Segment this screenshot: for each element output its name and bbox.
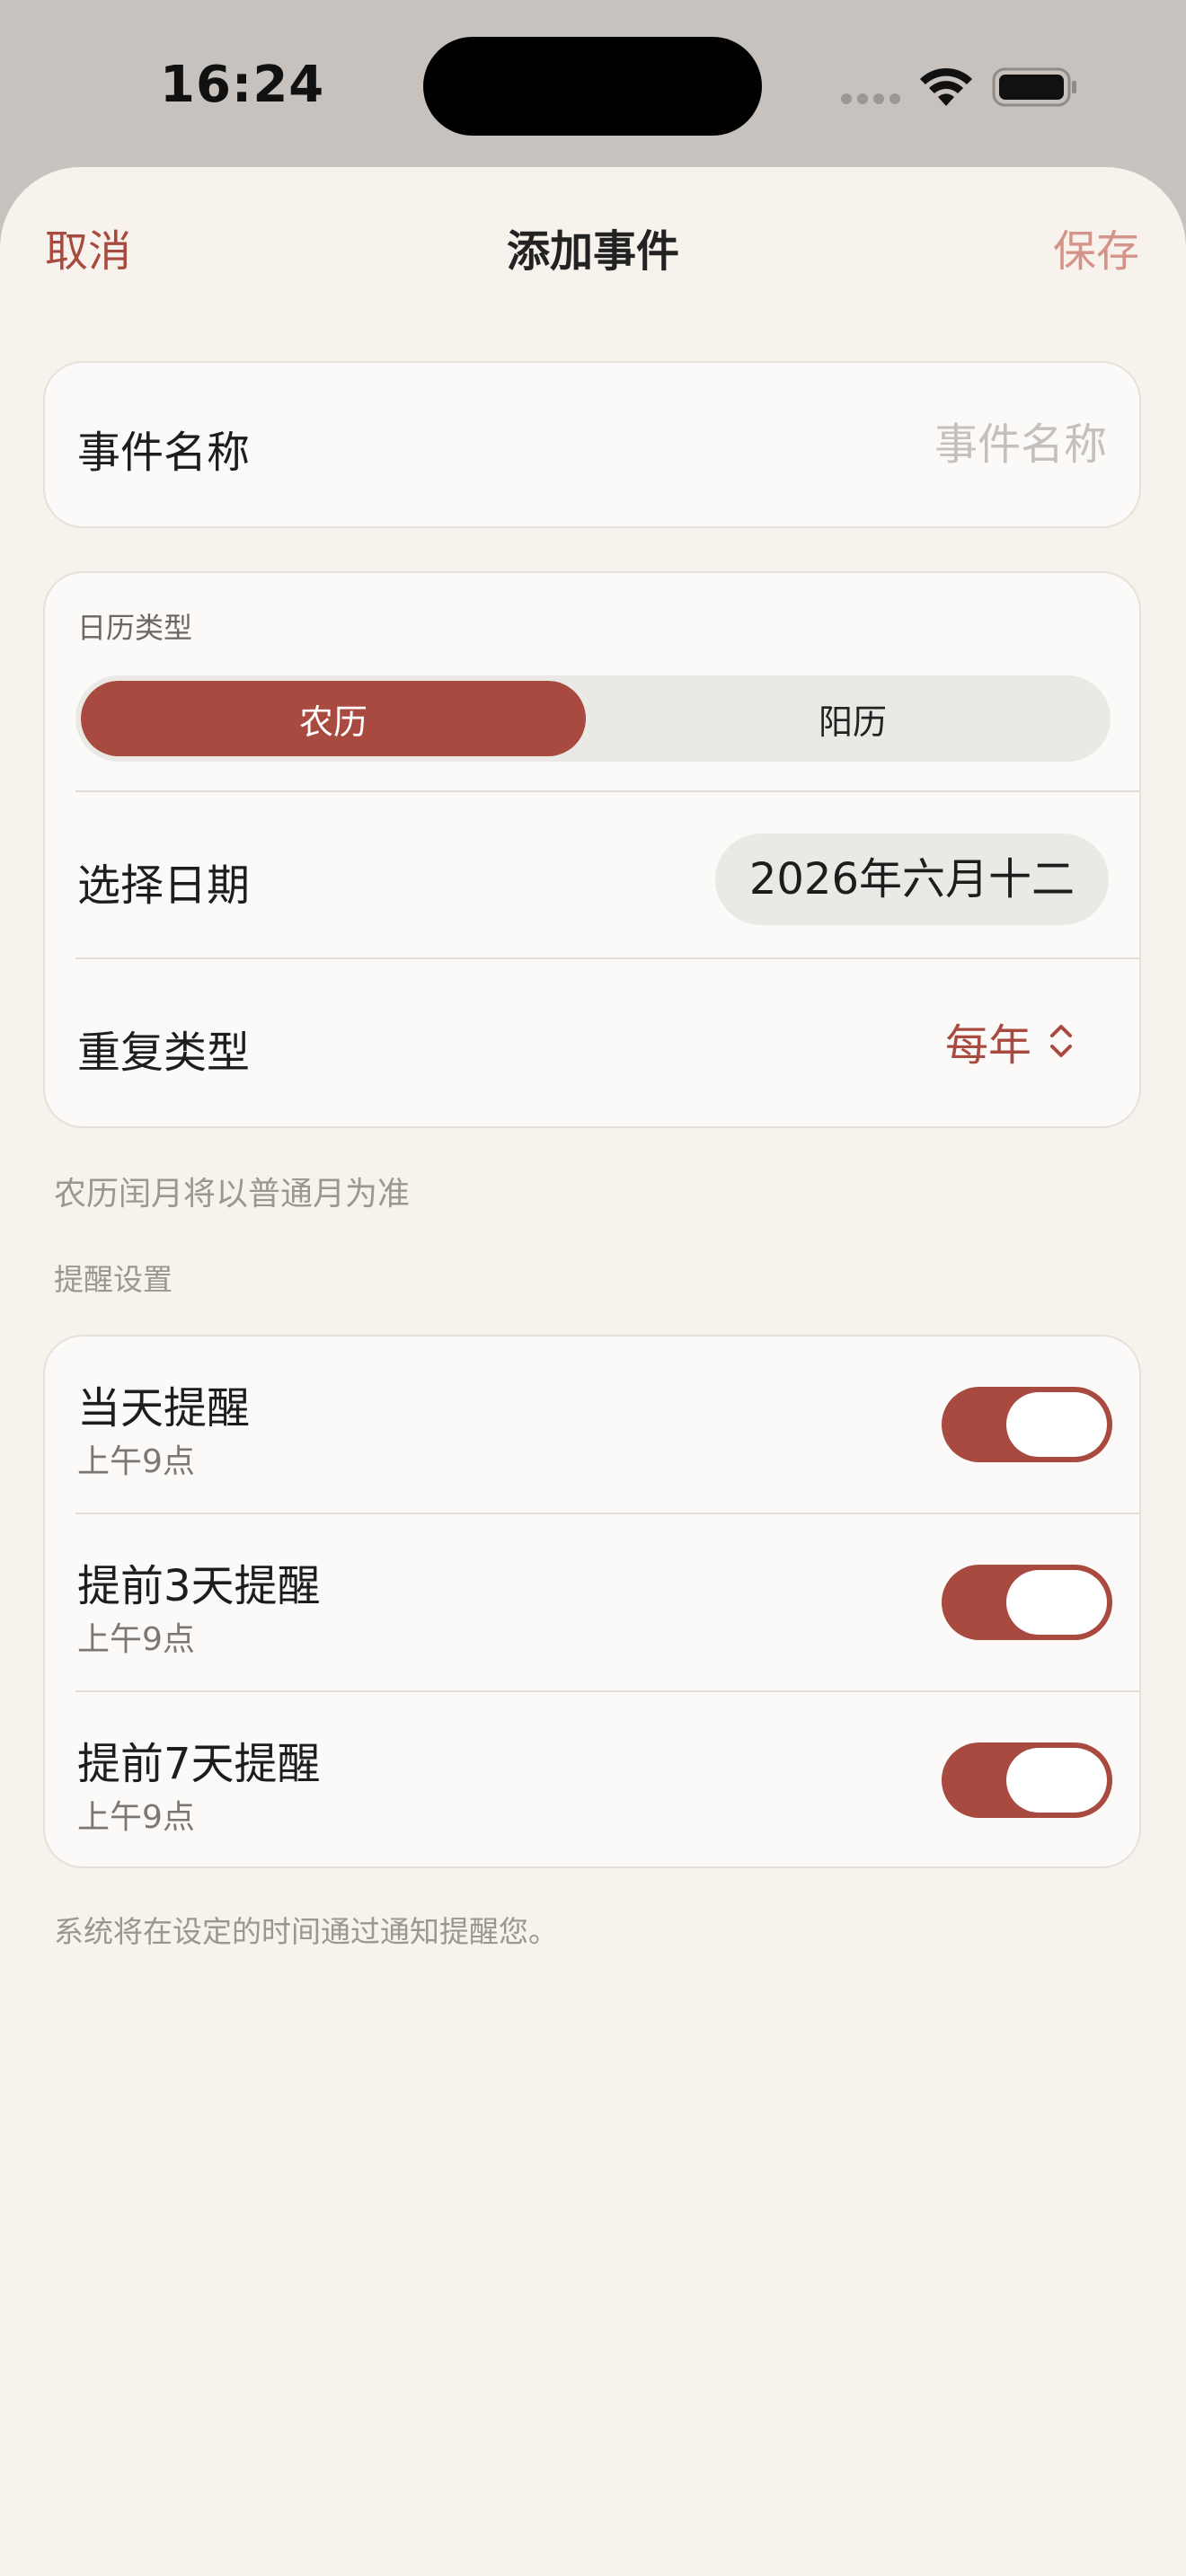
- reminder-subtitle: 上午9点: [77, 1799, 195, 1836]
- reminder-section-header: 提醒设置: [54, 1262, 173, 1297]
- reminders-card: 当天提醒 上午9点 提前3天提醒 上午9点 提前7天提醒 上午9点: [43, 1335, 1141, 1868]
- divider: [75, 790, 1139, 792]
- repeat-type-picker[interactable]: 每年: [945, 1010, 1075, 1072]
- calendar-card: 日历类型 农历 阳历 选择日期 2026年六月十二 重复类型 每年: [43, 571, 1141, 1128]
- calendar-type-label: 日历类型: [77, 611, 193, 645]
- divider: [75, 957, 1139, 959]
- reminder-toggle-7-days[interactable]: [942, 1742, 1112, 1818]
- segment-lunar[interactable]: 农历: [81, 681, 586, 756]
- segment-solar[interactable]: 阳历: [600, 681, 1105, 756]
- event-name-card: 事件名称: [43, 361, 1141, 528]
- reminder-toggle-same-day[interactable]: [942, 1387, 1112, 1462]
- reminder-toggle-3-days[interactable]: [942, 1565, 1112, 1640]
- divider: [75, 1513, 1139, 1514]
- reminder-subtitle: 上午9点: [77, 1443, 195, 1480]
- leap-month-note: 农历闰月将以普通月为准: [54, 1176, 411, 1213]
- event-name-input[interactable]: [640, 415, 1107, 474]
- repeat-type-value: 每年: [944, 1020, 1031, 1071]
- page-title: 添加事件: [506, 226, 679, 277]
- save-button[interactable]: 保存: [1053, 216, 1139, 278]
- status-bar: 16:24: [0, 0, 1186, 167]
- reminder-subtitle: 上午9点: [77, 1621, 195, 1658]
- repeat-type-label: 重复类型: [77, 1028, 251, 1078]
- chevron-up-down-icon: [1050, 1025, 1072, 1057]
- battery-icon: [992, 67, 1076, 107]
- toggle-knob: [1006, 1748, 1107, 1813]
- reminder-title: 提前3天提醒: [77, 1561, 321, 1611]
- reminder-title: 当天提醒: [77, 1383, 251, 1434]
- divider: [75, 1690, 1139, 1692]
- toggle-knob: [1006, 1392, 1107, 1457]
- status-time: 16:24: [160, 56, 325, 114]
- calendar-type-segmented-control: 农历 阳历: [75, 675, 1111, 762]
- dynamic-island: [423, 37, 762, 136]
- event-name-label: 事件名称: [77, 428, 251, 478]
- date-picker-button[interactable]: 2026年六月十二: [714, 834, 1109, 925]
- toggle-knob: [1006, 1570, 1107, 1635]
- wifi-icon: [920, 67, 972, 106]
- cellular-signal-icon: [841, 93, 904, 106]
- reminder-title: 提前7天提醒: [77, 1739, 321, 1789]
- add-event-sheet: 取消 添加事件 保存 事件名称 日历类型 农历 阳历 选择日期 2026年六月十…: [0, 167, 1186, 2576]
- system-notify-note: 系统将在设定的时间通过通知提醒您。: [54, 1914, 558, 1949]
- select-date-label: 选择日期: [77, 860, 251, 911]
